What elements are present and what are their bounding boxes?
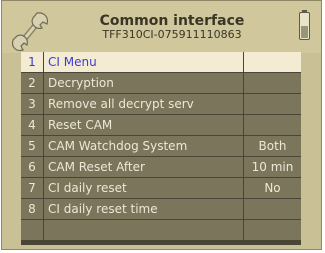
menu-item-label — [44, 220, 243, 240]
common-interface-screen: Common interface TFF310CI-075911110863 1… — [1, 0, 322, 250]
menu-item-cam-watchdog[interactable]: 5 CAM Watchdog System Both — [21, 136, 301, 157]
menu-item-number: 5 — [21, 136, 43, 156]
menu-item-remove-all-decrypt[interactable]: 3 Remove all decrypt serv — [21, 94, 301, 115]
menu-item-number: 8 — [21, 199, 43, 219]
menu-item-ci-menu[interactable]: 1 CI Menu — [21, 52, 301, 73]
menu-item-label: Decryption — [44, 73, 243, 93]
menu-item-number: 2 — [21, 73, 43, 93]
header: Common interface TFF310CI-075911110863 — [2, 1, 321, 53]
menu-item-number: 1 — [21, 52, 43, 72]
menu-item-value[interactable]: 10 min — [244, 157, 301, 177]
menu-item-label: Reset CAM — [44, 115, 243, 135]
menu-item-label: CAM Watchdog System — [44, 136, 243, 156]
battery-icon — [299, 10, 310, 40]
menu-item-value[interactable]: Both — [244, 136, 301, 156]
menu-item-cam-reset-after[interactable]: 6 CAM Reset After 10 min — [21, 157, 301, 178]
menu-item-number — [21, 220, 43, 240]
menu-item-number: 7 — [21, 178, 43, 198]
menu-item-label: Remove all decrypt serv — [44, 94, 243, 114]
menu-item-value — [244, 52, 301, 72]
page-title: Common interface — [99, 13, 245, 29]
menu-item-ci-daily-reset-time[interactable]: 8 CI daily reset time — [21, 199, 301, 220]
menu-item-value[interactable] — [244, 199, 301, 219]
menu-item-value[interactable]: No — [244, 178, 301, 198]
menu-item-number: 6 — [21, 157, 43, 177]
menu-item-ci-daily-reset[interactable]: 7 CI daily reset No — [21, 178, 301, 199]
menu-item-number: 3 — [21, 94, 43, 114]
menu-item-label: CI Menu — [44, 52, 243, 72]
menu-item-label: CAM Reset After — [44, 157, 243, 177]
menu-item-reset-cam[interactable]: 4 Reset CAM — [21, 115, 301, 136]
menu-list: 1 CI Menu 2 Decryption 3 Remove all decr… — [21, 52, 301, 245]
wrench-icon — [11, 12, 49, 52]
menu-item-decryption[interactable]: 2 Decryption — [21, 73, 301, 94]
menu-item-value — [244, 94, 301, 114]
menu-item-label: CI daily reset time — [44, 199, 243, 219]
device-id: TFF310CI-075911110863 — [102, 28, 242, 41]
menu-item-label: CI daily reset — [44, 178, 243, 198]
menu-item-value — [244, 73, 301, 93]
menu-item-empty — [21, 220, 301, 241]
menu-item-number: 4 — [21, 115, 43, 135]
menu-item-value — [244, 115, 301, 135]
menu-item-value — [244, 220, 301, 240]
